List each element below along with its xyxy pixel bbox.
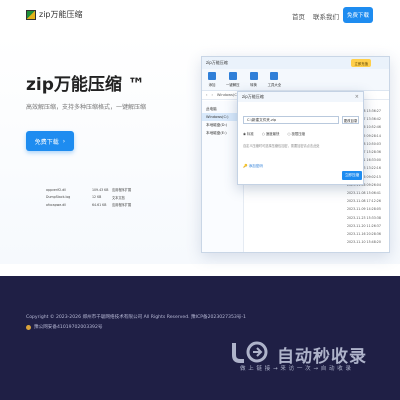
- app-toolbar: 添加 一键解压 转换 工具大全: [202, 69, 389, 91]
- convert-icon: [249, 72, 258, 80]
- tool-add[interactable]: 添加: [208, 72, 216, 87]
- tool-extract[interactable]: 一键解压: [226, 72, 240, 87]
- add-icon: [208, 72, 216, 80]
- output-path-field[interactable]: C:\新建文件夹.zip: [243, 116, 339, 124]
- extract-icon: [228, 72, 237, 80]
- date-cell: 2023-11-08 15:06:41: [347, 190, 381, 195]
- recharge-button[interactable]: 立即充值: [351, 59, 371, 67]
- copyright-text: Copyright © 2023-2026 郑州市千聪网络技术有限公司 All …: [26, 315, 246, 320]
- close-icon[interactable]: ×: [355, 94, 359, 100]
- file-name: appverif2.dll: [46, 187, 67, 192]
- watermark-logo-icon: [232, 341, 268, 363]
- compress-now-button[interactable]: 立即压缩: [342, 171, 362, 180]
- file-name: DumpStack.log: [46, 195, 71, 200]
- compress-dialog: zip万能压缩 × C:\新建文件夹.zip 更改目录 ◉ 标准 ○ 速度最快 …: [237, 91, 364, 185]
- chevron-right-icon: ›: [62, 137, 66, 145]
- app-title: zip万能压缩: [206, 60, 228, 65]
- hero-title: zip万能压缩 ™: [26, 75, 145, 95]
- forward-arrow-icon[interactable]: ›: [211, 93, 212, 97]
- toolbox-icon: [270, 72, 279, 80]
- dialog-title: zip万能压缩: [242, 94, 264, 99]
- site-header: zip万能压缩 首页 联系我们 免费下载: [0, 0, 400, 34]
- tool-toolbox[interactable]: 工具大全: [267, 72, 282, 87]
- compression-options: ◉ 标准 ○ 速度最快 ○ 极限压缩: [243, 131, 305, 136]
- tool-convert-label: 转换: [250, 83, 257, 87]
- police-badge-icon: [26, 324, 31, 330]
- add-password-link[interactable]: 🔑 添加密码: [243, 164, 263, 169]
- change-directory-button[interactable]: 更改目录: [342, 116, 359, 124]
- nav-home-link[interactable]: 首页: [292, 11, 305, 21]
- dialog-note: 自定义压缩时可选择压缩包加密，需要加密请点击此处: [243, 144, 320, 148]
- police-record-text: 豫公网安备41019702003392号: [34, 325, 103, 330]
- option-fastest-label: 速度最快: [265, 132, 280, 136]
- file-size: 109.43 KB: [92, 187, 109, 192]
- date-cell: 2023-11-23 15:33:38: [347, 215, 381, 220]
- hero-subtitle: 高效解压缩，支持多种压缩格式，一键解压缩: [26, 104, 147, 111]
- logo[interactable]: zip万能压缩: [26, 9, 83, 20]
- date-cell: 2023-11-09 14:28:05: [347, 207, 381, 212]
- date-cell: 2023-11-16 20:28:36: [347, 231, 381, 236]
- dialog-titlebar: zip万能压缩 ×: [238, 92, 363, 102]
- file-type: 应用程序扩展: [112, 203, 132, 208]
- police-record[interactable]: 豫公网安备41019702003392号: [26, 324, 102, 330]
- file-type: 文本文档: [112, 195, 125, 200]
- date-cell: 2023-11-20 11:26:37: [347, 223, 381, 228]
- app-logo-icon: [26, 9, 36, 20]
- tool-toolbox-label: 工具大全: [267, 83, 282, 87]
- option-standard[interactable]: ◉ 标准: [243, 131, 254, 136]
- option-max[interactable]: ○ 极限压缩: [287, 131, 305, 136]
- option-fastest[interactable]: ○ 速度最快: [262, 131, 280, 136]
- date-cell: 2023-11-08 17:12:26: [347, 199, 381, 204]
- file-row[interactable]: ofxcapwe.dll 64.61 KB 应用程序扩展: [46, 201, 146, 209]
- file-type: 应用程序扩展: [112, 188, 132, 193]
- file-list: appverif2.dll 109.43 KB 应用程序扩展 DumpStack.lo…: [46, 186, 146, 209]
- option-max-label: 极限压缩: [291, 132, 306, 136]
- hero-download-label: 免费下载: [34, 138, 59, 146]
- tool-extract-label: 一键解压: [226, 83, 240, 87]
- date-cell: 2023-11-10 15:48:20: [347, 240, 381, 245]
- option-standard-label: 标准: [247, 132, 254, 136]
- back-arrow-icon[interactable]: ‹: [206, 93, 207, 97]
- tool-add-label: 添加: [208, 83, 216, 87]
- app-titlebar: zip万能压缩 立即充值: [202, 57, 389, 69]
- nav-contact-link[interactable]: 联系我们: [313, 11, 339, 21]
- hero-download-button[interactable]: 免费下载 ›: [26, 131, 74, 151]
- file-name: ofxcapwe.dll: [46, 202, 67, 207]
- header-download-button[interactable]: 免费下载: [343, 7, 373, 23]
- logo-text: zip万能压缩: [39, 10, 83, 19]
- tool-convert[interactable]: 转换: [249, 72, 258, 87]
- file-row[interactable]: DumpStack.log 12 KB 文本文档: [46, 194, 146, 202]
- file-size: 64.61 KB: [92, 202, 107, 207]
- file-size: 12 KB: [92, 195, 102, 200]
- watermark: 自动秒收录 做 上 链 接 → 来 访 一 次 → 自 动 收 录: [230, 334, 390, 379]
- watermark-subtitle: 做 上 链 接 → 来 访 一 次 → 自 动 收 录: [240, 366, 352, 372]
- add-password-label: 添加密码: [248, 164, 263, 168]
- file-row[interactable]: appverif2.dll 109.43 KB 应用程序扩展: [46, 186, 146, 194]
